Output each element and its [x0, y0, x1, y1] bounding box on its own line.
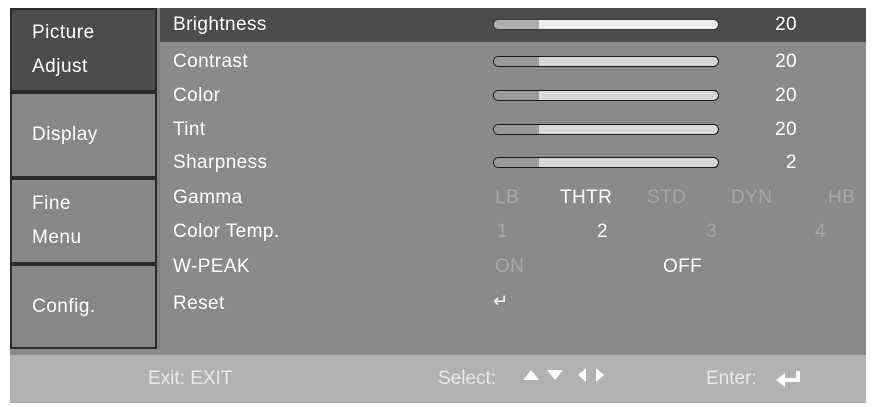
left-arrow-icon — [578, 368, 586, 382]
color-temp-option-1[interactable]: 1 — [497, 221, 508, 243]
reset-row[interactable]: Reset ↵ — [160, 287, 866, 321]
sharpness-slider-fill — [494, 158, 539, 167]
w-peak-option-off[interactable]: OFF — [663, 256, 702, 278]
gamma-option-thtr[interactable]: THTR — [560, 187, 612, 209]
color-slider[interactable] — [493, 90, 721, 102]
tab-label-line2: Adjust — [32, 56, 88, 77]
color-temp-label: Color Temp. — [173, 221, 280, 242]
color-temp-option-3[interactable]: 3 — [706, 221, 717, 243]
contrast-label: Contrast — [173, 51, 249, 72]
tab-label: Display — [32, 124, 98, 145]
w-peak-row[interactable]: W-PEAK ON OFF — [160, 250, 866, 284]
tab-config[interactable]: Config. — [10, 264, 157, 349]
brightness-value: 20 — [775, 14, 797, 35]
tint-row[interactable]: Tint 20 — [160, 113, 866, 147]
color-row[interactable]: Color 20 — [160, 79, 866, 113]
color-label: Color — [173, 85, 221, 106]
sharpness-slider[interactable] — [493, 157, 721, 169]
select-arrows — [522, 367, 606, 383]
footer-bar: Exit: EXIT Select: Enter: — [10, 355, 866, 403]
w-peak-option-on[interactable]: ON — [495, 256, 524, 278]
tab-label: Config. — [32, 295, 96, 317]
gamma-option-std[interactable]: STD — [647, 187, 686, 209]
sharpness-label: Sharpness — [173, 152, 268, 173]
contrast-slider-fill — [494, 57, 539, 66]
right-arrow-icon — [596, 368, 604, 382]
gamma-option-hb[interactable]: HB — [828, 187, 855, 209]
gamma-label: Gamma — [173, 187, 243, 208]
tab-label-line1: Picture — [32, 22, 95, 43]
up-arrow-icon — [523, 370, 539, 380]
tint-slider-fill — [494, 125, 539, 134]
color-value: 20 — [775, 85, 797, 106]
color-temp-option-4[interactable]: 4 — [815, 221, 826, 243]
contrast-row[interactable]: Contrast 20 — [160, 45, 866, 79]
gamma-row[interactable]: Gamma LB THTR STD DYN HB — [160, 181, 866, 215]
tint-value: 20 — [775, 119, 797, 140]
enter-icon[interactable]: ↵ — [493, 291, 508, 312]
color-slider-fill — [494, 91, 539, 100]
contrast-value: 20 — [775, 51, 797, 72]
contrast-slider[interactable] — [493, 56, 721, 68]
tint-slider[interactable] — [493, 124, 721, 136]
sharpness-value: 2 — [786, 152, 797, 173]
osd-menu: Picture Adjust Display Fine Menu Config.… — [10, 8, 866, 403]
tab-picture-adjust[interactable]: Picture Adjust — [10, 8, 157, 92]
reset-label: Reset — [173, 293, 225, 314]
w-peak-label: W-PEAK — [173, 256, 251, 277]
exit-hint: Exit: EXIT — [148, 368, 233, 389]
enter-hint: Enter: — [706, 368, 757, 389]
brightness-label: Brightness — [173, 14, 267, 35]
menu-tabs: Picture Adjust Display Fine Menu Config. — [10, 8, 160, 349]
tab-display[interactable]: Display — [10, 92, 157, 178]
enter-icon — [776, 371, 800, 387]
tab-label-line2: Menu — [32, 227, 82, 248]
color-temp-option-2[interactable]: 2 — [597, 221, 608, 243]
color-temp-row[interactable]: Color Temp. 1 2 3 4 — [160, 215, 866, 249]
gamma-option-lb[interactable]: LB — [495, 187, 519, 209]
brightness-row[interactable]: Brightness 20 — [160, 8, 866, 42]
down-arrow-icon — [547, 370, 563, 380]
tab-label-line1: Fine — [32, 193, 71, 214]
tab-fine-menu[interactable]: Fine Menu — [10, 178, 157, 264]
brightness-slider[interactable] — [493, 19, 721, 31]
gamma-option-dyn[interactable]: DYN — [731, 187, 772, 209]
tint-label: Tint — [173, 119, 206, 140]
sharpness-row[interactable]: Sharpness 2 — [160, 146, 866, 180]
select-hint: Select: — [438, 368, 497, 389]
brightness-slider-fill — [494, 20, 539, 29]
